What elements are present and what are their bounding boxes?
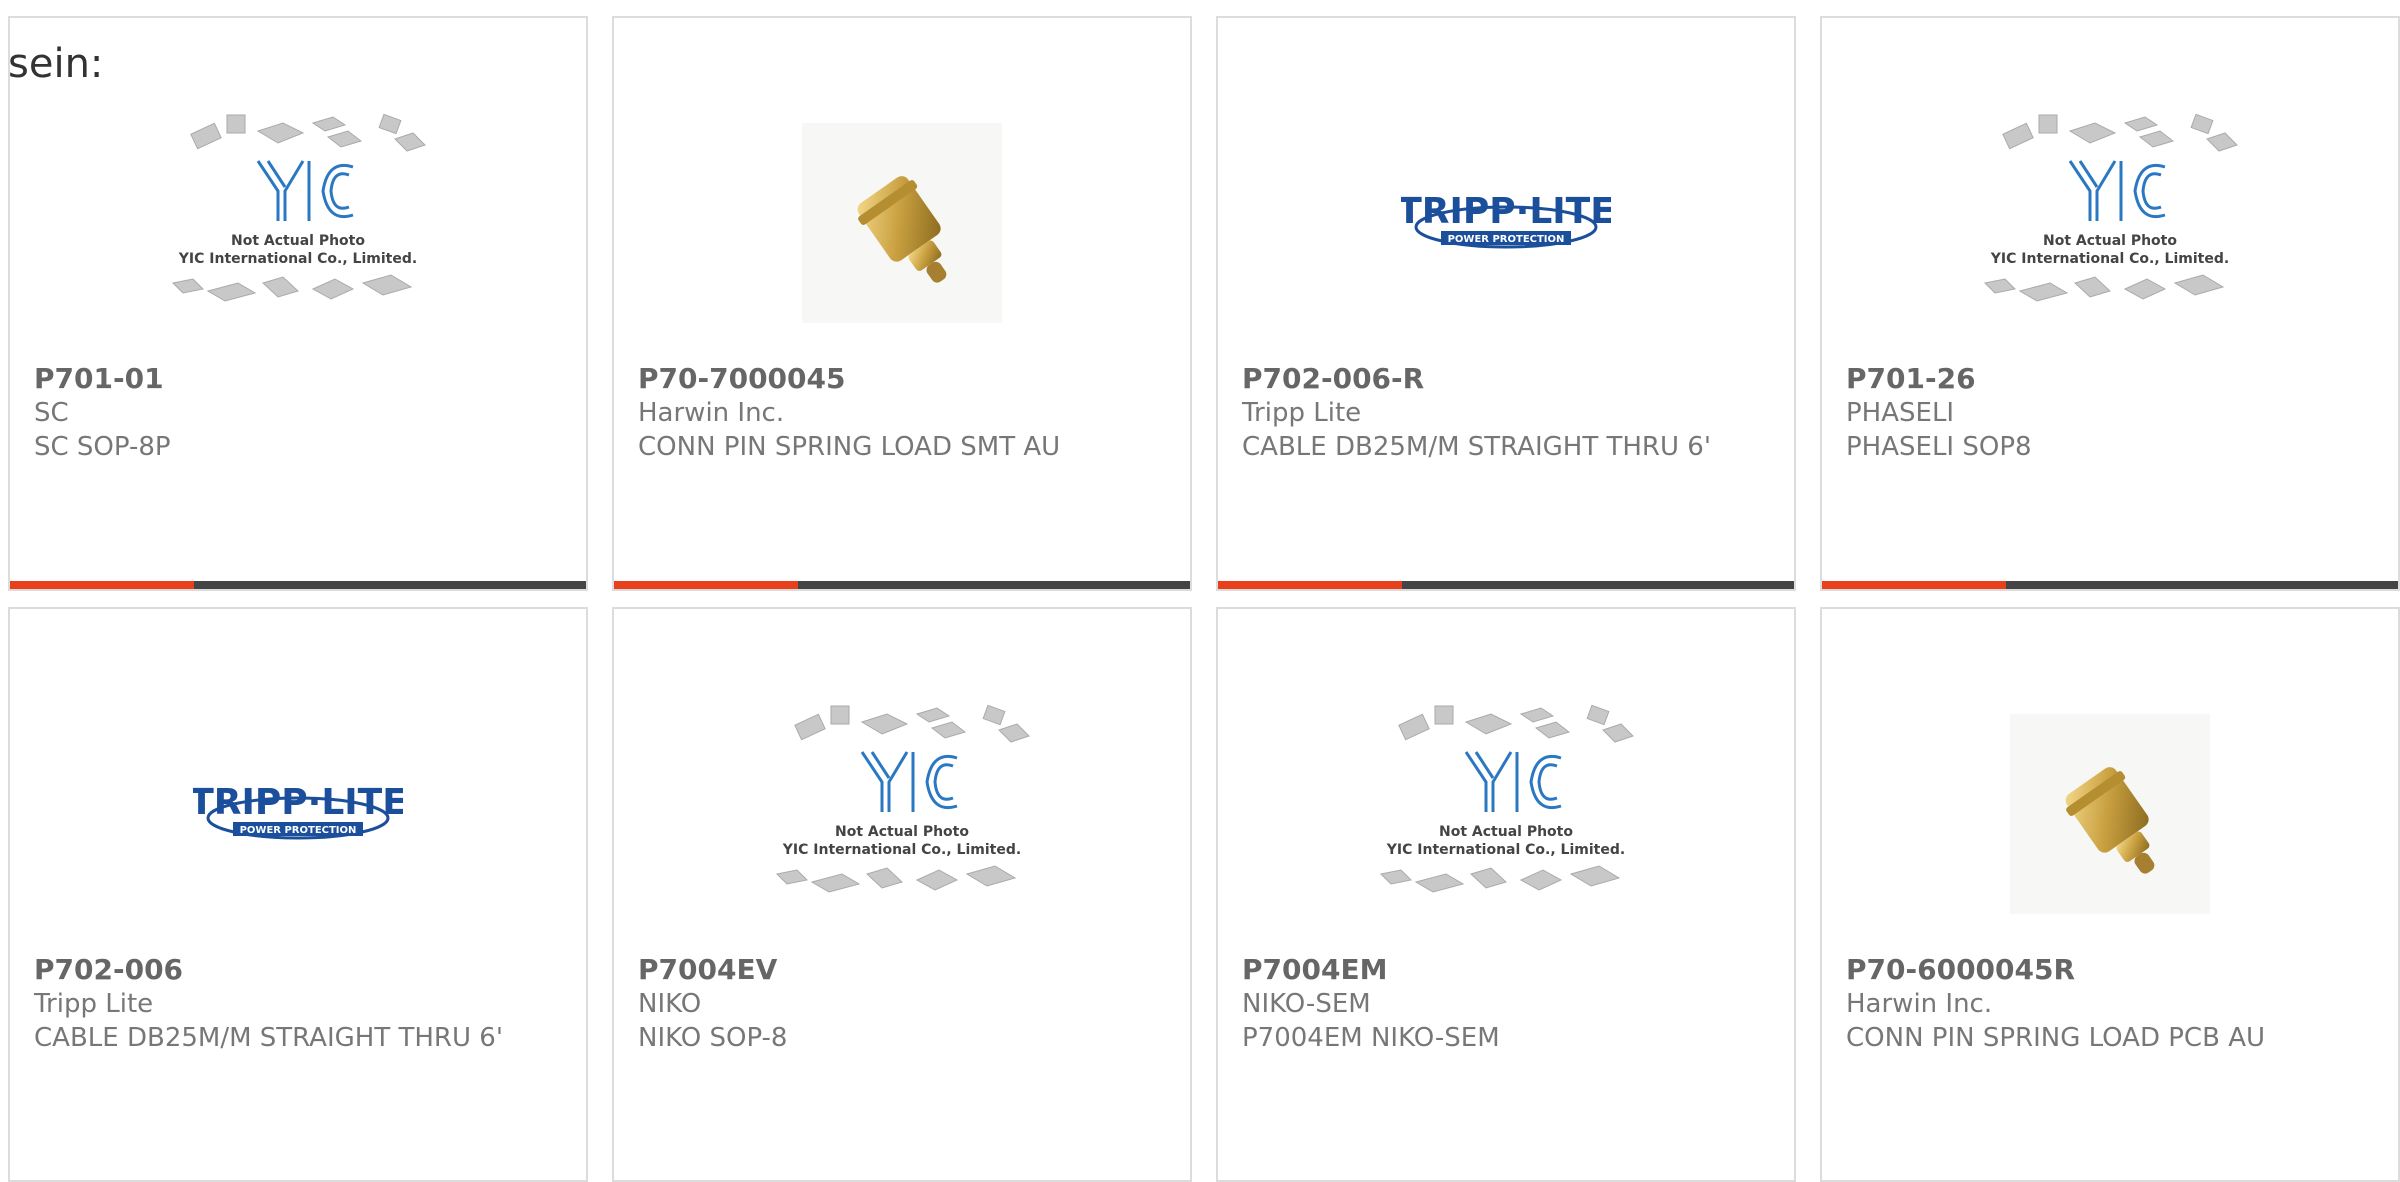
manufacturer: NIKO-SEM (1242, 989, 1371, 1019)
manufacturer: Harwin Inc. (638, 398, 785, 428)
part-number[interactable]: P7004EM (1242, 953, 1770, 987)
placeholder-line1: Not Actual Photo (835, 824, 969, 840)
product-grid: Not Actual Photo YIC International Co., … (8, 16, 2400, 1182)
progress-fill (1822, 581, 2007, 589)
product-image[interactable]: Not Actual Photo YIC International Co., … (614, 669, 1190, 959)
part-number[interactable]: P702-006 (34, 953, 562, 987)
progress-bar (1822, 581, 2398, 589)
placeholder-line2: YIC International Co., Limited. (782, 842, 1021, 858)
product-card[interactable]: Not Actual Photo YIC International Co., … (1216, 607, 1796, 1182)
product-card[interactable]: Not Actual Photo YIC International Co., … (612, 607, 1192, 1182)
part-number[interactable]: P70-6000045R (1846, 953, 2374, 987)
product-image[interactable]: Not Actual Photo YIC International Co., … (10, 78, 586, 368)
manufacturer: NIKO (638, 989, 702, 1019)
product-image[interactable] (1822, 669, 2398, 959)
page-heading: sein: (8, 41, 104, 87)
product-image[interactable]: TRIPP·LITE POWER PROTECTION (10, 669, 586, 959)
progress-bar (614, 581, 1190, 589)
placeholder-line1: Not Actual Photo (2043, 233, 2177, 249)
placeholder-line2: YIC International Co., Limited. (1990, 251, 2229, 267)
product-image[interactable] (614, 78, 1190, 368)
progress-fill (1218, 581, 1403, 589)
manufacturer: Harwin Inc. (1846, 989, 1993, 1019)
product-image[interactable]: TRIPP·LITE POWER PROTECTION (1218, 78, 1794, 368)
progress-fill (10, 581, 195, 589)
tripp-lite-tagline: POWER PROTECTION (1448, 234, 1565, 245)
progress-fill (614, 581, 799, 589)
placeholder-line2: YIC International Co., Limited. (1386, 842, 1625, 858)
product-card[interactable]: P70-6000045R Harwin Inc. CONN PIN SPRING… (1820, 607, 2400, 1182)
part-number[interactable]: P701-01 (34, 362, 562, 396)
progress-bar (10, 581, 586, 589)
part-number[interactable]: P7004EV (638, 953, 1166, 987)
placeholder-line2: YIC International Co., Limited. (178, 251, 417, 267)
product-image[interactable]: Not Actual Photo YIC International Co., … (1822, 78, 2398, 368)
description: CABLE DB25M/M STRAIGHT THRU 6' (1242, 432, 1711, 462)
product-image[interactable]: Not Actual Photo YIC International Co., … (1218, 669, 1794, 959)
manufacturer: PHASELI (1846, 398, 1955, 428)
product-card[interactable]: Not Actual Photo YIC International Co., … (1820, 16, 2400, 591)
description: SC SOP-8P (34, 432, 171, 462)
description: P7004EM NIKO-SEM (1242, 1023, 1500, 1053)
placeholder-line1: Not Actual Photo (1439, 824, 1573, 840)
description: CABLE DB25M/M STRAIGHT THRU 6' (34, 1023, 503, 1053)
manufacturer: Tripp Lite (1242, 398, 1362, 428)
description: NIKO SOP-8 (638, 1023, 788, 1053)
tripp-lite-wordmark: TRIPP·LITE (193, 782, 403, 823)
progress-bar (1218, 581, 1794, 589)
description: CONN PIN SPRING LOAD SMT AU (638, 432, 1061, 462)
part-number[interactable]: P701-26 (1846, 362, 2374, 396)
placeholder-line1: Not Actual Photo (231, 233, 365, 249)
product-card[interactable]: TRIPP·LITE POWER PROTECTION P702-006-R T… (1216, 16, 1796, 591)
product-card[interactable]: Not Actual Photo YIC International Co., … (8, 16, 588, 591)
description: CONN PIN SPRING LOAD PCB AU (1846, 1023, 2266, 1053)
manufacturer: SC (34, 398, 69, 428)
part-number[interactable]: P70-7000045 (638, 362, 1166, 396)
manufacturer: Tripp Lite (34, 989, 154, 1019)
product-card[interactable]: P70-7000045 Harwin Inc. CONN PIN SPRING … (612, 16, 1192, 591)
description: PHASELI SOP8 (1846, 432, 2032, 462)
part-number[interactable]: P702-006-R (1242, 362, 1770, 396)
product-card[interactable]: TRIPP·LITE POWER PROTECTION P702-006 Tri… (8, 607, 588, 1182)
tripp-lite-tagline: POWER PROTECTION (240, 825, 357, 836)
tripp-lite-wordmark: TRIPP·LITE (1401, 191, 1611, 232)
